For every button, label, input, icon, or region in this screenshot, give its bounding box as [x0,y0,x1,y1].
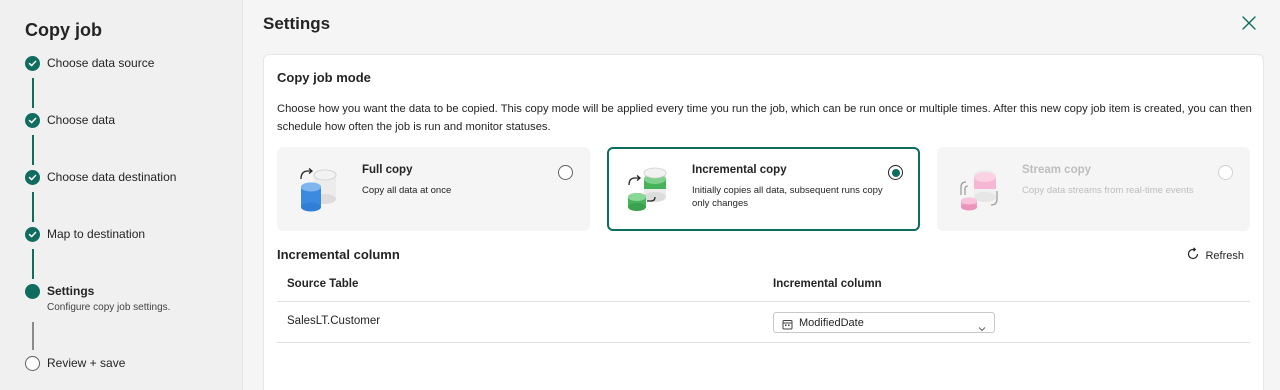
step-connector [32,78,34,108]
column-header-incremental-column: Incremental column [773,278,882,290]
refresh-label: Refresh [1205,249,1244,262]
incremental-column-title: Incremental column [277,247,400,262]
settings-pane: Settings Copy job mode Choose how you wa… [244,0,1280,390]
step-label: Choose data destination [47,170,177,184]
stream-copy-illustration [955,165,1003,213]
incremental-copy-radio[interactable] [888,165,903,180]
dropdown-value: ModifiedDate [799,316,864,329]
step-connector [32,135,34,165]
chevron-down-icon [978,319,986,337]
step-label: Choose data source [47,56,155,70]
step-sublabel: Configure copy job settings. [47,302,171,313]
check-icon [25,113,40,128]
current-step-indicator [25,284,40,299]
step-connector [32,322,34,350]
check-icon [25,56,40,71]
refresh-button[interactable]: Refresh [1186,247,1244,264]
calendar-icon [782,317,793,335]
step-label: Review + save [47,356,126,370]
card-description: Copy data streams from real-time events [1022,185,1194,196]
step-label: Settings [47,284,95,298]
full-copy-card[interactable]: Full copy Copy all data at once [277,147,590,231]
close-icon[interactable] [1238,12,1260,34]
stream-copy-card: Stream copy Copy data streams from real-… [937,147,1250,231]
copy-job-mode-description: Choose how you want the data to be copie… [277,103,1252,133]
check-icon [25,170,40,185]
incremental-copy-illustration [625,165,673,213]
step-label: Choose data [47,113,116,127]
table-row: SalesLT.Customer ModifiedDate [277,302,1250,343]
card-title: Incremental copy [692,164,787,176]
step-connector [32,249,34,279]
card-title: Full copy [362,164,413,176]
step-connector [32,192,34,222]
source-table-cell: SalesLT.Customer [287,315,381,327]
card-description: Initially copies all data, subsequent ru… [692,185,883,209]
incremental-copy-card[interactable]: Incremental copy Initially copies all da… [607,147,920,231]
copy-job-mode-title: Copy job mode [277,70,371,85]
table-header: Source Table Incremental column [277,270,1250,302]
incremental-column-dropdown[interactable]: ModifiedDate [773,312,995,333]
settings-panel: Copy job mode Choose how you want the da… [263,54,1264,390]
full-copy-illustration [295,165,343,213]
check-icon [25,227,40,242]
full-copy-radio[interactable] [558,165,573,180]
card-description: Copy all data at once [362,185,452,196]
page-title: Settings [263,14,331,33]
wizard-sidebar: Copy job Choose data source Choose data … [0,0,243,390]
pending-step-indicator [25,356,40,371]
step-label: Map to destination [47,227,146,241]
incremental-column-table: Source Table Incremental column SalesLT.… [277,270,1250,343]
column-header-source-table: Source Table [287,278,359,290]
card-title: Stream copy [1022,164,1092,176]
sidebar-title: Copy job [25,20,102,40]
stream-copy-radio [1218,165,1233,180]
refresh-icon [1186,247,1200,264]
